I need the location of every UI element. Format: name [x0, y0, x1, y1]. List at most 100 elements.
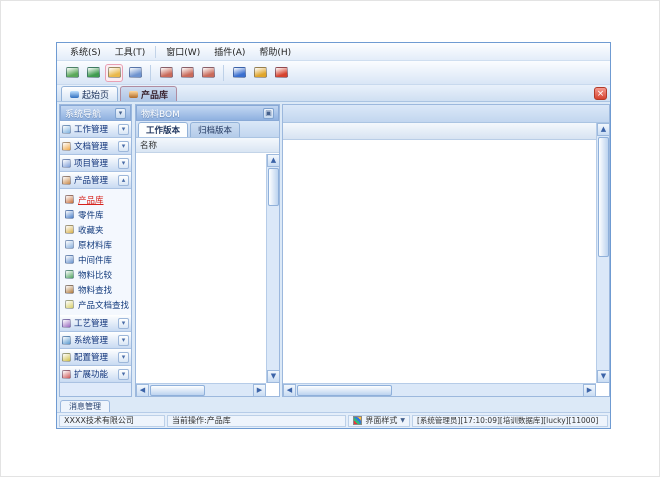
style-palette-icon — [353, 416, 362, 425]
sidebar-group-label: 文档管理 — [74, 140, 118, 152]
sidebar-item-物料比较[interactable]: 物料比较 — [60, 267, 131, 282]
tab-start-page[interactable]: 起始页 — [61, 86, 118, 101]
start-page-icon — [70, 91, 79, 98]
member-list-panel: ▲ ▼ ◀ ▶ — [282, 104, 610, 397]
sidebar-item-中间件库[interactable]: 中间件库 — [60, 252, 131, 267]
lock-icon[interactable] — [251, 64, 269, 82]
globe-icon[interactable] — [84, 64, 102, 82]
sidebar-group-label: 项目管理 — [74, 157, 118, 169]
tree-tab-label: 工作版本 — [146, 124, 180, 136]
sidebar-item-label: 收藏夹 — [78, 224, 104, 236]
project-icon — [62, 159, 71, 168]
sidebar-group-产品管理[interactable]: 产品管理▴ — [60, 172, 131, 189]
window-close-icon[interactable] — [199, 64, 217, 82]
tree-column-label: 名称 — [140, 139, 157, 151]
sidebar-group-label: 工艺管理 — [74, 317, 118, 329]
sidebar-item-产品库[interactable]: 产品库 — [60, 192, 131, 207]
search-material-icon — [65, 285, 74, 294]
chevron-down-icon[interactable]: ▾ — [118, 318, 129, 329]
grid-horizontal-scrollbar[interactable]: ◀ ▶ — [283, 383, 596, 396]
scroll-right-icon[interactable]: ▶ — [583, 384, 596, 397]
menu-item-4[interactable]: 插件(A) — [207, 43, 252, 60]
sidebar-title: 系统导航 — [65, 107, 101, 120]
tab-archived-version[interactable]: 归档版本 — [190, 122, 240, 137]
chevron-down-icon[interactable]: ▾ — [118, 369, 129, 380]
tree-vertical-scrollbar[interactable]: ▲ ▼ — [266, 154, 279, 383]
toolbar — [57, 61, 610, 85]
monitor-icon[interactable] — [63, 64, 81, 82]
scroll-up-icon[interactable]: ▲ — [597, 123, 610, 136]
toolbar-separator — [150, 65, 151, 81]
config-icon — [62, 353, 71, 362]
sidebar-item-收藏夹[interactable]: 收藏夹 — [60, 222, 131, 237]
chevron-down-icon[interactable]: ▾ — [118, 352, 129, 363]
window-refresh-icon[interactable] — [178, 64, 196, 82]
current-operation: 当前操作:产品库 — [167, 415, 346, 427]
sidebar-group-配置管理[interactable]: 配置管理▾ — [60, 349, 131, 366]
power-icon[interactable] — [272, 64, 290, 82]
sidebar-navigation: 系统导航 ▾ 工作管理▾文档管理▾项目管理▾产品管理▴产品库零件库收藏夹原材料库… — [59, 104, 132, 397]
sidebar-item-零件库[interactable]: 零件库 — [60, 207, 131, 222]
ui-style-dropdown[interactable]: 界面样式 ▼ — [348, 415, 410, 427]
favorites-icon — [65, 225, 74, 234]
chevron-down-icon[interactable]: ▾ — [118, 335, 129, 346]
scroll-down-icon[interactable]: ▼ — [597, 370, 610, 383]
compare-icon — [65, 270, 74, 279]
sp-extension-icon — [62, 370, 71, 379]
screenshot-stage: 系统(S)工具(T)窗口(W)插件(A)帮助(H) 起始页产品库× 系统导航 ▾… — [0, 0, 660, 477]
menu-item-2[interactable]: 工具(T) — [108, 43, 153, 60]
sidebar-item-label: 中间件库 — [78, 254, 112, 266]
menu-separator — [155, 46, 156, 58]
tree-horizontal-scrollbar[interactable]: ◀ ▶ — [136, 383, 266, 396]
chevron-up-icon[interactable]: ▴ — [118, 175, 129, 186]
tree-body — [136, 154, 266, 383]
sidebar-item-物料查找[interactable]: 物料查找 — [60, 282, 131, 297]
chevron-down-icon[interactable]: ▾ — [118, 141, 129, 152]
tab-product-library[interactable]: 产品库 — [120, 86, 177, 101]
menu-item-3[interactable]: 窗口(W) — [159, 43, 207, 60]
material-lib-icon — [65, 240, 74, 249]
sidebar-group-文档管理[interactable]: 文档管理▾ — [60, 138, 131, 155]
close-icon[interactable]: × — [594, 87, 607, 100]
sidebar-group-工作管理[interactable]: 工作管理▾ — [60, 121, 131, 138]
folder-icon[interactable] — [105, 64, 123, 82]
document-tab-strip: 起始页产品库 × — [57, 85, 610, 102]
session-info: [系统管理员][17:10:09][培训数据库][lucky][11000] — [412, 415, 608, 427]
sidebar-group-系统管理[interactable]: 系统管理▾ — [60, 332, 131, 349]
scroll-left-icon[interactable]: ◀ — [136, 384, 149, 397]
sidebar-group-label: 工作管理 — [74, 123, 118, 135]
status-bar: XXXX技术有限公司 当前操作:产品库 界面样式 ▼ [系统管理员][17:10… — [57, 412, 610, 428]
system-icon — [62, 336, 71, 345]
bom-tree-panel: 物料BOM ▣ 工作版本归档版本 名称 ▲ ▼ ◀ ▶ — [135, 104, 280, 397]
ui-style-label: 界面样式 — [365, 415, 397, 426]
product-library-icon — [129, 91, 138, 98]
help-icon[interactable] — [230, 64, 248, 82]
main-tabs — [283, 105, 609, 123]
product-lib-icon — [65, 195, 74, 204]
sidebar-group-工艺管理[interactable]: 工艺管理▾ — [60, 315, 131, 332]
scroll-left-icon[interactable]: ◀ — [283, 384, 296, 397]
grid-vertical-scrollbar[interactable]: ▲ ▼ — [596, 123, 609, 383]
scroll-down-icon[interactable]: ▼ — [267, 370, 280, 383]
tab-message-management[interactable]: 消息管理 — [60, 400, 110, 412]
sidebar-item-产品文档查找[interactable]: 产品文档查找 — [60, 297, 131, 312]
menu-item-1[interactable]: 系统(S) — [63, 43, 108, 60]
panel-collapse-icon[interactable]: ▣ — [263, 108, 274, 119]
menu-item-5[interactable]: 帮助(H) — [252, 43, 298, 60]
sidebar-group-label: 系统管理 — [74, 334, 118, 346]
sidebar-group-扩展功能[interactable]: 扩展功能▾ — [60, 366, 131, 383]
sidebar-item-label: 物料比较 — [78, 269, 112, 281]
sidebar-group-项目管理[interactable]: 项目管理▾ — [60, 155, 131, 172]
scroll-up-icon[interactable]: ▲ — [267, 154, 280, 167]
window-grid-icon[interactable] — [126, 64, 144, 82]
window-new-icon[interactable] — [157, 64, 175, 82]
document-icon — [62, 142, 71, 151]
process-icon — [62, 319, 71, 328]
sidebar-menu-icon[interactable]: ▾ — [115, 108, 126, 119]
scroll-right-icon[interactable]: ▶ — [253, 384, 266, 397]
tab-working-version[interactable]: 工作版本 — [138, 122, 188, 137]
chevron-down-icon[interactable]: ▾ — [118, 158, 129, 169]
sidebar-item-原材料库[interactable]: 原材料库 — [60, 237, 131, 252]
chevron-down-icon[interactable]: ▾ — [118, 124, 129, 135]
tree-column-header[interactable]: 名称 — [136, 138, 279, 153]
